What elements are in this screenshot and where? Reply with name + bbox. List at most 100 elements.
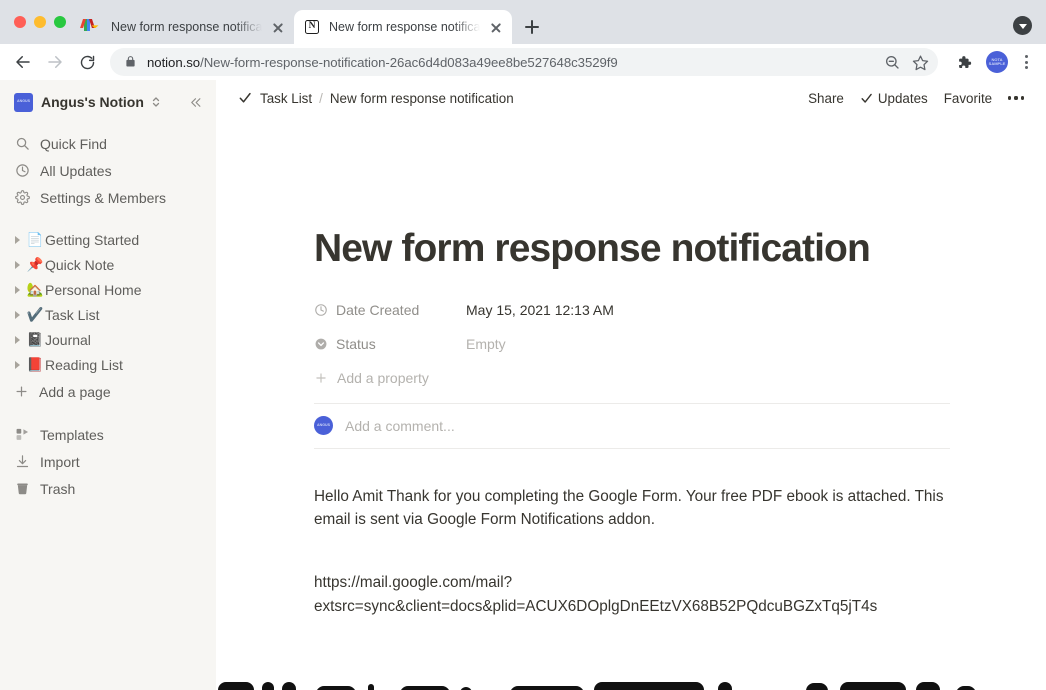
workspace-switcher[interactable]: ANGUS Angus's Notion <box>0 86 216 118</box>
page-body: Hello Amit Thank for you completing the … <box>314 485 950 618</box>
templates-icon <box>14 427 30 443</box>
sidebar-page-label: Getting Started <box>45 231 140 248</box>
expand-toggle-icon[interactable] <box>8 310 25 319</box>
maximize-window-button[interactable] <box>54 16 66 28</box>
browser-tab-strip: New form response notification N New for… <box>0 0 1046 44</box>
updates-button[interactable]: Updates <box>852 88 936 109</box>
sidebar-page-personal-home[interactable]: 🏡 Personal Home <box>0 277 216 302</box>
page-emoji-icon: 📌 <box>26 256 44 272</box>
sidebar-page-quick-note[interactable]: 📌 Quick Note <box>0 252 216 277</box>
workspace-name: Angus's Notion <box>41 94 144 110</box>
comment-input[interactable]: Add a comment... <box>345 418 455 434</box>
sidebar-item-templates[interactable]: Templates <box>0 421 216 448</box>
topbar-actions: Share Updates Favorite <box>800 88 1028 109</box>
address-bar[interactable]: notion.so/New-form-response-notification… <box>110 48 938 76</box>
browser-tab-notion[interactable]: N New form response notification <box>294 10 512 44</box>
updates-label: Updates <box>877 90 928 106</box>
sidebar-item-label: Quick Find <box>40 135 107 152</box>
sidebar-page-reading-list[interactable]: 📕 Reading List <box>0 352 216 377</box>
sidebar-page-label: Quick Note <box>45 256 115 273</box>
expand-toggle-icon[interactable] <box>8 235 25 244</box>
property-row-status: Status Empty <box>314 327 950 361</box>
browser-tab-gmail[interactable]: New form response notification <box>76 10 294 44</box>
clock-icon <box>314 303 328 317</box>
add-property-button[interactable]: Add a property <box>314 363 950 393</box>
sidebar-page-getting-started[interactable]: 📄 Getting Started <box>0 227 216 252</box>
browser-window: New form response notification N New for… <box>0 0 1046 690</box>
expand-toggle-icon[interactable] <box>8 285 25 294</box>
sidebar-quick-actions: Quick Find All Updates Settings & Member… <box>0 130 216 211</box>
property-row-date-created: Date Created May 15, 2021 12:13 AM <box>314 293 950 327</box>
add-comment-row[interactable]: ANGUS Add a comment... <box>314 404 950 448</box>
expand-toggle-icon[interactable] <box>8 335 25 344</box>
property-value[interactable]: May 15, 2021 12:13 AM <box>466 302 614 318</box>
forward-arrow-icon[interactable] <box>40 47 70 77</box>
close-icon[interactable] <box>488 19 504 35</box>
sidebar-item-trash[interactable]: Trash <box>0 475 216 502</box>
breadcrumb-root[interactable]: Task List <box>260 91 312 106</box>
sidebar-item-import[interactable]: Import <box>0 448 216 475</box>
tab-search-icon[interactable] <box>1013 16 1032 35</box>
notion-icon: N <box>305 19 321 35</box>
ellipsis-icon[interactable] <box>1000 93 1028 102</box>
url-domain: notion.so <box>147 54 201 70</box>
close-window-button[interactable] <box>14 16 26 28</box>
page-emoji-icon: 📕 <box>26 356 44 372</box>
reload-icon[interactable] <box>72 47 102 77</box>
sidebar-item-all-updates[interactable]: All Updates <box>0 157 216 184</box>
page-emoji-icon: 📄 <box>26 231 44 247</box>
body-url-line-2: extsrc=sync&client=docs&plid=ACUX6DOplgD… <box>314 597 878 615</box>
sidebar-item-label: Settings & Members <box>40 189 167 206</box>
property-label: Status <box>336 335 376 352</box>
sidebar-item-label: Trash <box>40 480 76 497</box>
favorite-button[interactable]: Favorite <box>936 88 1000 109</box>
property-value[interactable]: Empty <box>466 336 506 352</box>
sidebar-item-quick-find[interactable]: Quick Find <box>0 130 216 157</box>
gmail-icon <box>79 19 103 35</box>
sidebar-item-settings-members[interactable]: Settings & Members <box>0 184 216 211</box>
window-traffic-lights <box>8 0 76 44</box>
tab-title: New form response notification <box>111 20 262 34</box>
checkmark-icon <box>860 92 873 105</box>
expand-toggle-icon[interactable] <box>8 360 25 369</box>
page-title[interactable]: New form response notification <box>314 227 950 271</box>
app-body: ANGUS Angus's Notion Quick Find All Upda… <box>0 80 1046 690</box>
page-properties: Date Created May 15, 2021 12:13 AM Statu… <box>314 293 950 393</box>
sidebar-page-label: Task List <box>45 306 100 323</box>
zoom-out-icon[interactable] <box>880 50 904 74</box>
expand-toggle-icon[interactable] <box>8 260 25 269</box>
browser-toolbar: notion.so/New-form-response-notification… <box>0 44 1046 80</box>
page-emoji-icon: ✔️ <box>26 306 44 322</box>
add-property-label: Add a property <box>337 369 429 386</box>
notion-content: Task List / New form response notificati… <box>216 80 1046 690</box>
sidebar-page-task-list[interactable]: ✔️ Task List <box>0 302 216 327</box>
sidebar-add-page-label: Add a page <box>39 383 111 400</box>
sidebar-add-page-button[interactable]: Add a page <box>0 378 216 405</box>
breadcrumb-current[interactable]: New form response notification <box>330 91 514 106</box>
share-button[interactable]: Share <box>800 88 852 109</box>
body-url-block[interactable]: https://mail.google.com/mail? extsrc=syn… <box>314 571 950 618</box>
breadcrumb-separator: / <box>319 90 323 106</box>
sidebar-page-label: Reading List <box>45 356 123 373</box>
checkmark-icon <box>238 91 252 105</box>
share-label: Share <box>808 90 844 106</box>
kebab-menu-icon[interactable] <box>1016 47 1036 77</box>
back-arrow-icon[interactable] <box>8 47 38 77</box>
body-paragraph[interactable]: Hello Amit Thank for you completing the … <box>314 485 950 532</box>
sidebar-item-label: All Updates <box>40 162 112 179</box>
lock-icon <box>124 55 138 69</box>
double-chevron-left-icon[interactable] <box>184 91 206 113</box>
new-tab-button[interactable] <box>518 13 546 41</box>
property-label: Date Created <box>336 301 420 318</box>
close-icon[interactable] <box>270 19 286 35</box>
profile-avatar[interactable]: NOTA SAMPLE <box>986 51 1008 73</box>
puzzle-piece-icon[interactable] <box>950 47 976 77</box>
property-key[interactable]: Date Created <box>314 302 466 318</box>
minimize-window-button[interactable] <box>34 16 46 28</box>
property-key[interactable]: Status <box>314 336 466 352</box>
star-icon[interactable] <box>908 50 932 74</box>
sidebar-page-journal[interactable]: 📓 Journal <box>0 327 216 352</box>
trash-icon <box>14 481 30 497</box>
page-area: New form response notification Date Crea… <box>216 116 1046 618</box>
url-path: /New-form-response-notification-26ac6d4d… <box>200 54 618 70</box>
